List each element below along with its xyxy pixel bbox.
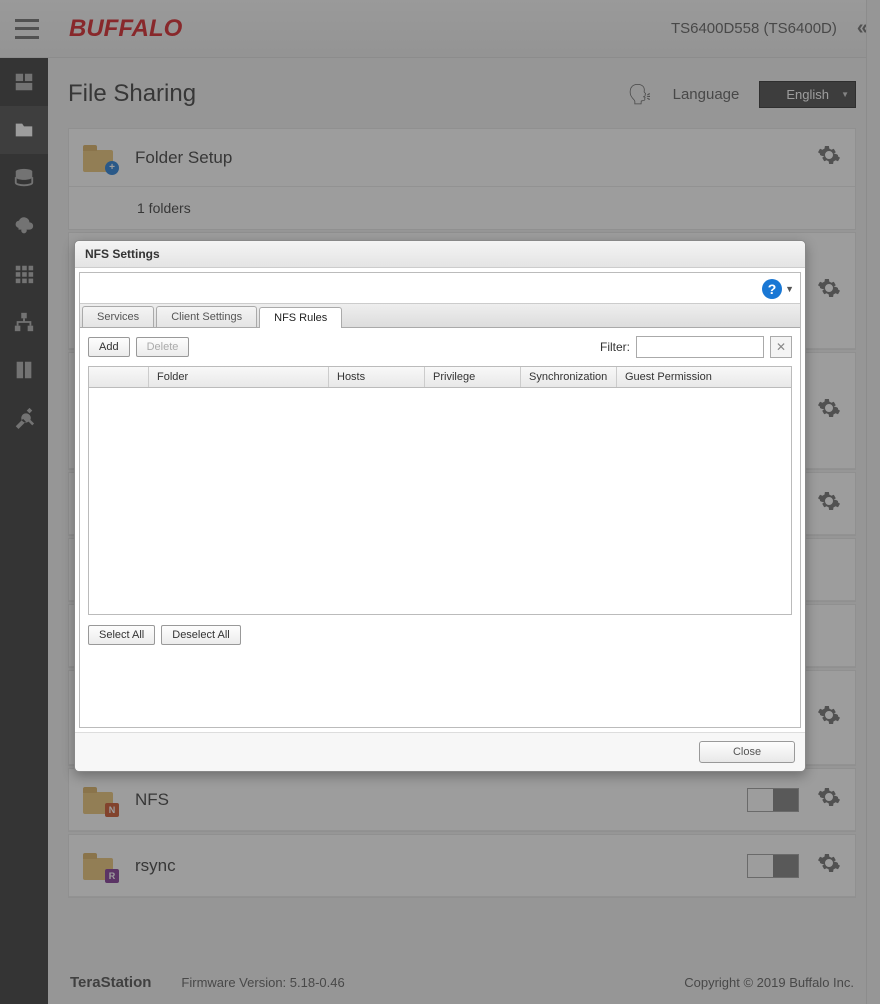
rules-grid: Folder Hosts Privilege Synchronization G… <box>88 366 792 615</box>
filter-clear-icon[interactable]: ✕ <box>770 336 792 358</box>
grid-body <box>89 388 791 614</box>
filter-label: Filter: <box>600 340 630 354</box>
tab-client-settings[interactable]: Client Settings <box>156 306 257 327</box>
tab-services[interactable]: Services <box>82 306 154 327</box>
column-checkbox[interactable] <box>89 367 149 387</box>
tab-nfs-rules[interactable]: NFS Rules <box>259 307 342 328</box>
column-synchronization[interactable]: Synchronization <box>521 367 617 387</box>
column-privilege[interactable]: Privilege <box>425 367 521 387</box>
chevron-down-icon[interactable]: ▼ <box>785 284 794 294</box>
help-icon[interactable]: ? <box>762 279 782 299</box>
delete-button: Delete <box>136 337 190 357</box>
column-folder[interactable]: Folder <box>149 367 329 387</box>
close-button[interactable]: Close <box>699 741 795 763</box>
dialog-title: NFS Settings <box>75 241 805 268</box>
add-button[interactable]: Add <box>88 337 130 357</box>
column-hosts[interactable]: Hosts <box>329 367 425 387</box>
dialog-nfs-settings: NFS Settings ? ▼ Services Client Setting… <box>74 240 806 772</box>
select-all-button[interactable]: Select All <box>88 625 155 645</box>
tab-bar: Services Client Settings NFS Rules <box>80 303 800 328</box>
deselect-all-button[interactable]: Deselect All <box>161 625 240 645</box>
column-guest-permission[interactable]: Guest Permission <box>617 367 791 387</box>
filter-input[interactable] <box>636 336 764 358</box>
